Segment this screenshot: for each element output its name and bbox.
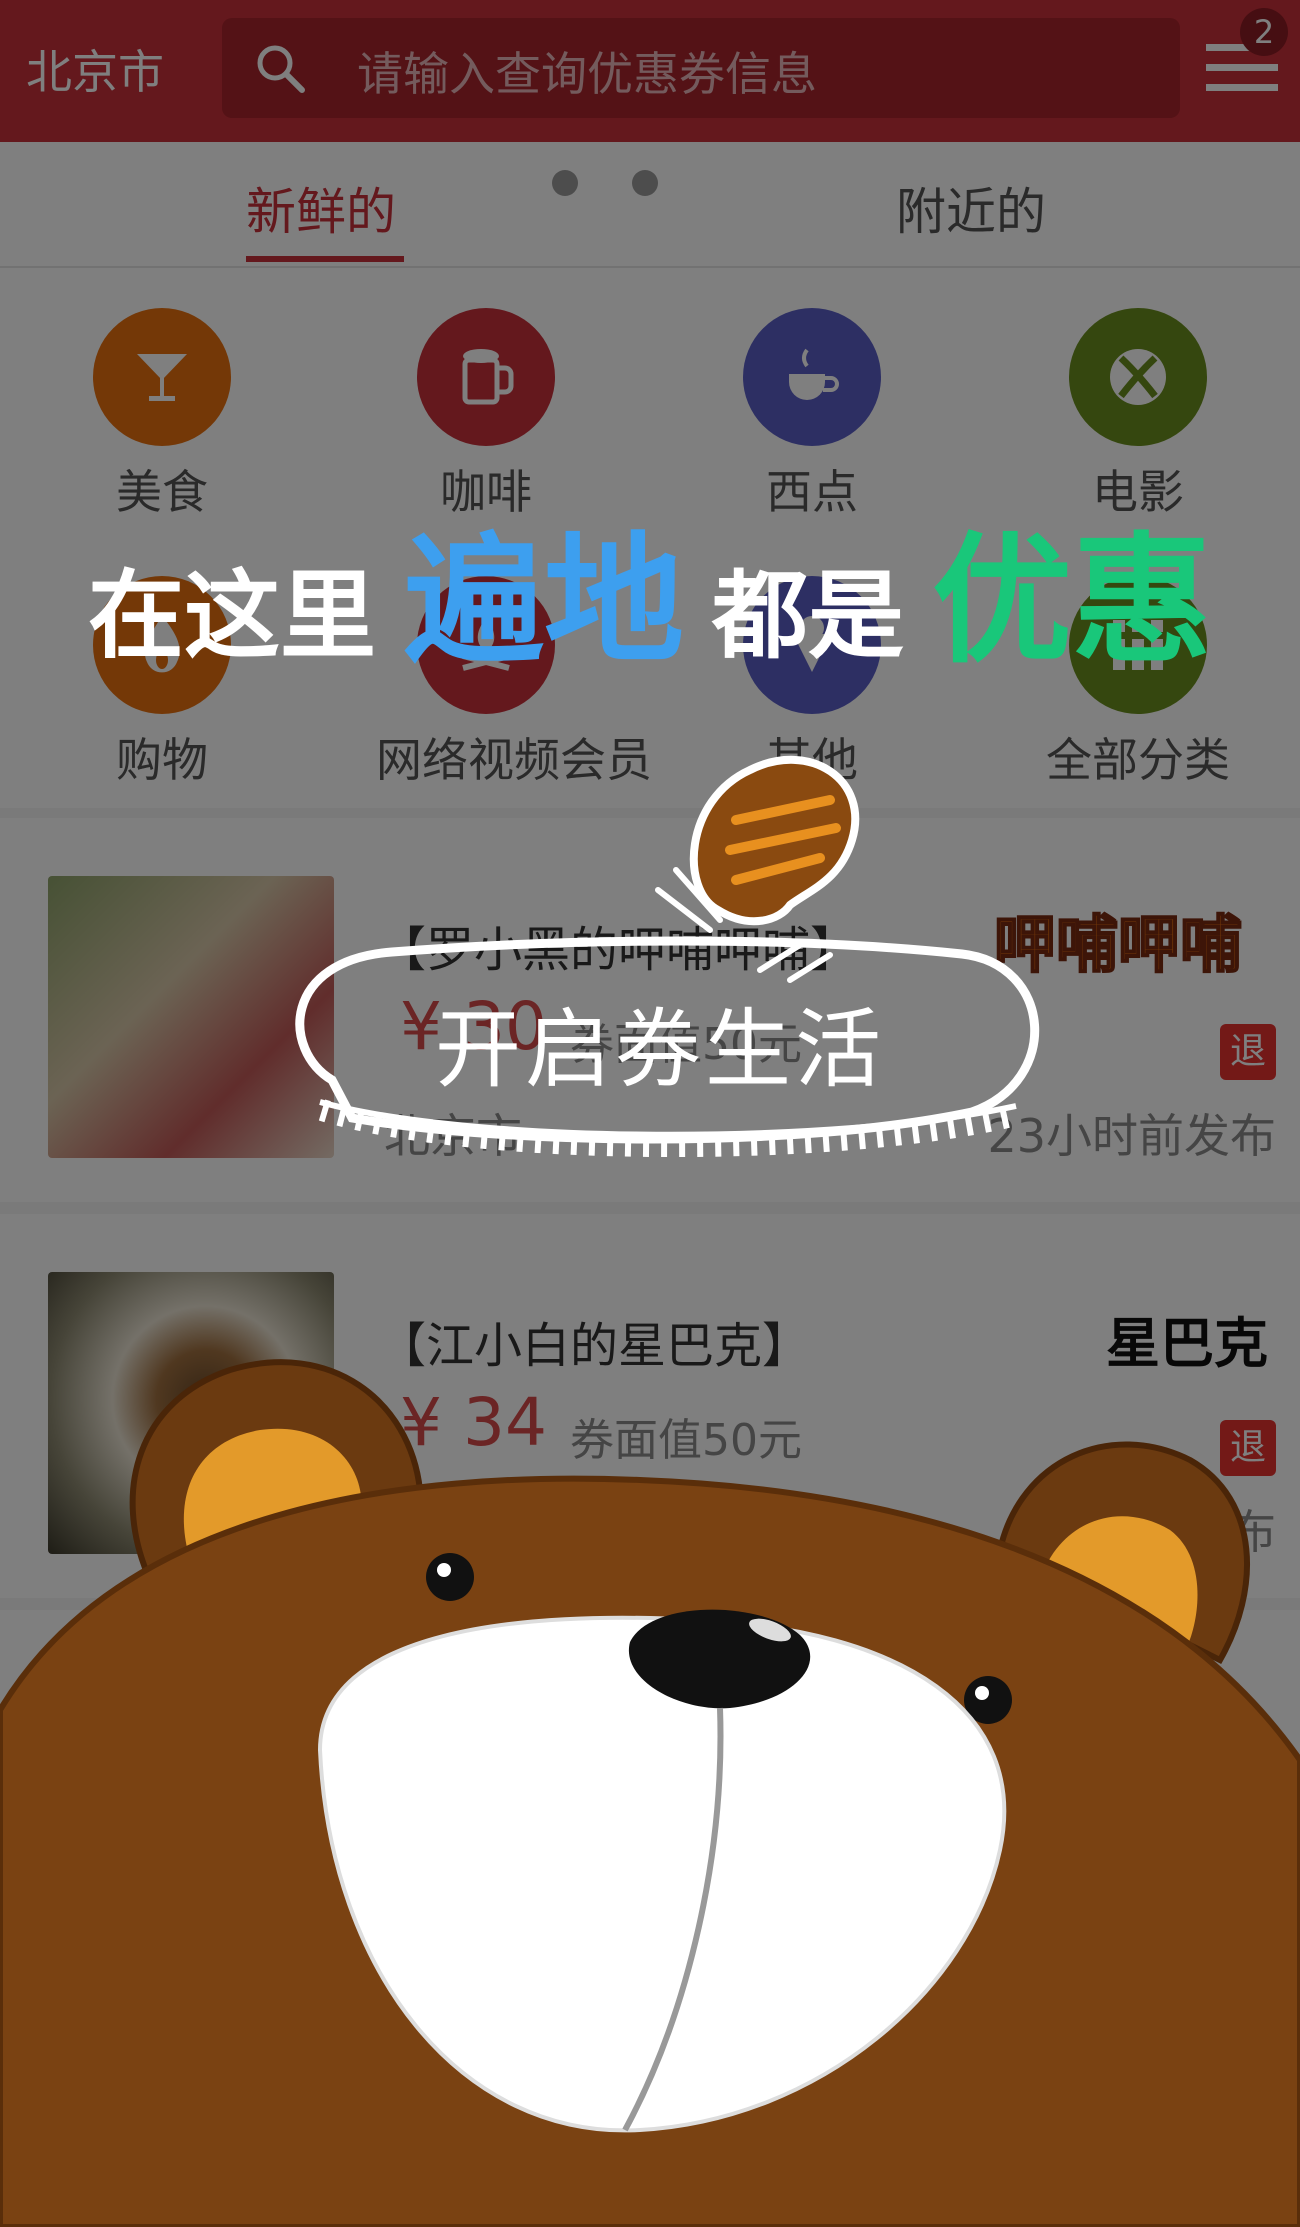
slogan-part: 都是: [712, 560, 904, 672]
slogan-part: 在这里: [87, 560, 376, 672]
bear-mascot-illustration: [0, 1359, 1300, 2227]
slogan-highlight: 遍地: [403, 520, 684, 683]
splash-slogan: 在这里 遍地 都是 优惠: [0, 488, 1300, 690]
cta-label: 开启券生活: [435, 1000, 885, 1100]
start-coupon-life-button[interactable]: 开启券生活: [272, 930, 1048, 1190]
coupon-app: 北京市 请输入查询优惠券信息 2 新鲜的 附近的: [0, 0, 1300, 2227]
slogan-highlight: 优惠: [932, 520, 1213, 683]
